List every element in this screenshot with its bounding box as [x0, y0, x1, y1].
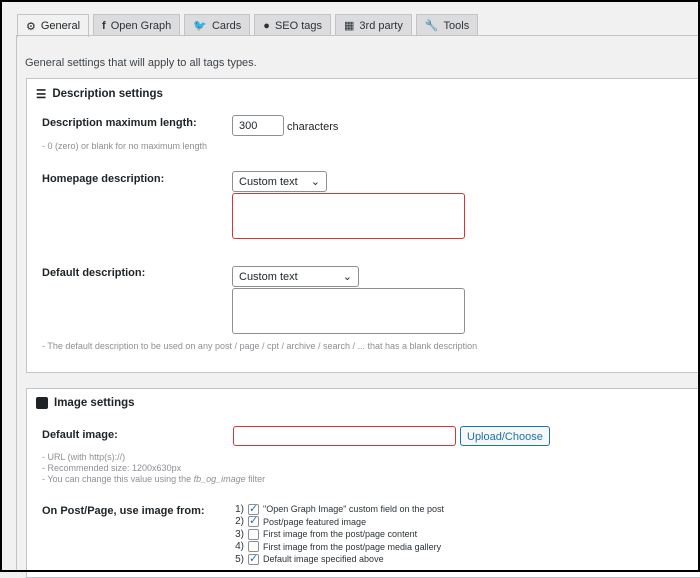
checkbox[interactable]: [248, 541, 259, 553]
tab-open-graph[interactable]: f Open Graph: [93, 14, 181, 36]
section-title: Image settings: [54, 397, 135, 409]
twitter-icon: 🐦: [193, 20, 207, 32]
image-source-option[interactable]: 5) ✓ Default image specified above: [231, 553, 444, 566]
help-filter: - You can change this value using the fb…: [42, 474, 266, 484]
image-source-option[interactable]: 1) ✓ "Open Graph Image" custom field on th…: [231, 503, 444, 516]
max-length-help: - 0 (zero) or blank for no maximum lengt…: [42, 141, 208, 151]
section-title: Description settings: [52, 88, 163, 100]
default-image-label: Default image:: [42, 429, 118, 441]
upload-choose-button[interactable]: Upload/Choose: [460, 426, 550, 446]
image-source-option[interactable]: 4) First image from the post/page media g…: [231, 541, 444, 554]
help-size: - Recommended size: 1200x630px: [42, 463, 182, 473]
max-length-input[interactable]: 300: [232, 115, 284, 136]
building-icon: ▦: [344, 20, 355, 32]
default-description-select[interactable]: Custom text ⌄: [232, 266, 359, 287]
chevron-down-icon: ⌄: [342, 271, 352, 283]
image-settings-box: Image settings Default image: Upload/Cho…: [26, 388, 700, 578]
tab-cards[interactable]: 🐦 Cards: [184, 14, 251, 36]
checkbox[interactable]: ✓: [248, 516, 259, 528]
gear-icon: ⚙: [26, 20, 36, 33]
image-icon: [36, 397, 48, 409]
image-source-options: 1) ✓ "Open Graph Image" custom field on th…: [231, 503, 444, 566]
image-source-option[interactable]: 3) First image from the post/page content: [231, 528, 444, 541]
checkbox[interactable]: ✓: [248, 553, 259, 565]
use-image-from-label: On Post/Page, use image from:: [42, 505, 205, 517]
checkbox[interactable]: ✓: [248, 503, 259, 515]
help-url: - URL (with http(s)://): [42, 452, 126, 462]
homepage-description-select[interactable]: Custom text ⌄: [232, 171, 327, 192]
tab-3rd-party[interactable]: ▦ 3rd party: [335, 14, 412, 36]
globe-icon: ●: [263, 19, 270, 32]
checkbox[interactable]: [248, 528, 259, 540]
homepage-description-textarea[interactable]: [232, 193, 465, 239]
default-image-input[interactable]: [233, 426, 456, 446]
homepage-description-label: Homepage description:: [42, 173, 165, 185]
max-length-unit: characters: [287, 121, 339, 133]
chevron-down-icon: ⌄: [310, 176, 320, 188]
tab-bar: ⚙ General f Open Graph 🐦 Cards ● SEO tags ▦ 3…: [17, 14, 479, 37]
intro-text: General settings that will apply to all …: [25, 57, 257, 69]
default-description-help: - The default description to be used on …: [42, 341, 478, 351]
default-description-textarea[interactable]: [232, 288, 465, 334]
tab-general[interactable]: ⚙ General: [17, 14, 90, 37]
wrench-icon: 🔧: [424, 20, 439, 32]
description-settings-box: ☰ Description settings Description maximu…: [26, 78, 700, 373]
facebook-icon: f: [102, 19, 106, 32]
default-description-label: Default description:: [42, 267, 146, 279]
tab-tools[interactable]: 🔧 Tools: [415, 14, 479, 36]
align-left-icon: ☰: [36, 89, 47, 101]
tab-seo-tags[interactable]: ● SEO tags: [254, 14, 332, 36]
image-source-option[interactable]: 2) ✓ Post/page featured image: [231, 516, 444, 529]
max-length-label: Description maximum length:: [42, 117, 197, 129]
